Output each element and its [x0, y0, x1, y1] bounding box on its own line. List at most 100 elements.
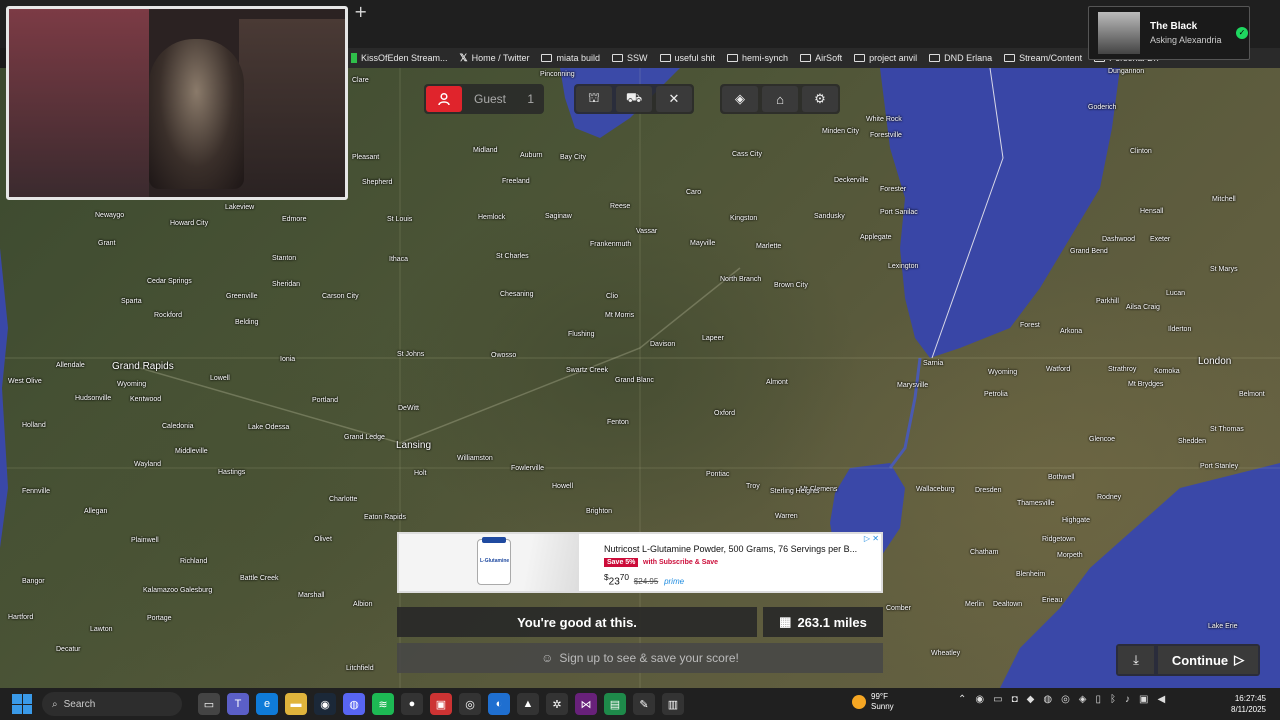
bookmark-item[interactable]: KissOfEden Stream... [351, 53, 448, 63]
city-label: Swartz Creek [566, 367, 609, 374]
vpn-icon[interactable]: ◐ [488, 693, 510, 715]
city-label: Litchfield [346, 665, 374, 672]
city-label: St Thomas [1210, 426, 1244, 433]
bookmark-item[interactable]: AirSoft [800, 53, 842, 63]
arrow-app-icon[interactable]: ▲ [517, 693, 539, 715]
rank-icon[interactable]: ⛫ [576, 86, 612, 112]
taskbar-search[interactable]: ⌕ Search [42, 692, 182, 716]
city-label: Lapeer [702, 335, 724, 342]
city-label: Williamston [457, 455, 493, 462]
task-view-icon[interactable]: ▭ [198, 693, 220, 715]
tray-bluetooth-icon[interactable]: ᛒ [1110, 694, 1116, 705]
paint-icon[interactable]: ✎ [633, 693, 655, 715]
city-label: Ridgetown [1042, 536, 1076, 543]
tray-controller-icon[interactable]: ◘ [1012, 694, 1018, 705]
tray-defender-icon[interactable]: ◈ [1079, 694, 1087, 705]
city-label: Frankenmuth [590, 241, 632, 248]
city-label: Almont [766, 379, 788, 386]
tray-steam-icon[interactable]: ◎ [1061, 694, 1070, 705]
layers-icon[interactable]: ◈ [722, 86, 758, 112]
spreadsheet-icon[interactable]: ▤ [604, 693, 626, 715]
obs-icon[interactable]: ● [401, 693, 423, 715]
tray-app-icon[interactable]: ◉ [975, 694, 984, 705]
city-label: Thamesville [1017, 500, 1055, 507]
city-label: Davison [650, 341, 676, 348]
continue-button[interactable]: Continue ▷ [1158, 646, 1258, 674]
explorer-icon[interactable]: ▬ [285, 693, 307, 715]
bookmark-item[interactable]: project anvil [854, 53, 917, 63]
bookmark-item[interactable]: miata build [541, 53, 600, 63]
tray-display-icon[interactable]: ▭ [993, 694, 1002, 705]
tray-nvidia-icon[interactable]: ◆ [1027, 694, 1035, 705]
now-playing-widget: The Black Asking Alexandria ✓ [1088, 6, 1250, 60]
windows-start-icon[interactable] [12, 694, 32, 714]
spotify-icon[interactable]: ≋ [372, 693, 394, 715]
city-label: Forest [1020, 322, 1040, 329]
city-label: Dashwood [1102, 236, 1136, 243]
user-icon[interactable] [426, 86, 462, 112]
city-label: Applegate [860, 234, 892, 241]
city-label: Forester [880, 186, 907, 193]
city-label: Parkhill [1096, 298, 1119, 305]
result-row: You're good at this. ▦ 263.1 miles [397, 607, 883, 637]
bookmark-item[interactable]: useful shit [659, 53, 715, 63]
city-label: Marysville [897, 382, 929, 389]
speaker-icon[interactable]: ◎ [459, 693, 481, 715]
city-label: Lake Erie [1208, 623, 1238, 630]
tray-volume-icon[interactable]: ◀ [1157, 694, 1165, 705]
download-icon[interactable]: ⤓ [1118, 646, 1154, 674]
bookmark-item[interactable]: DND Erlana [929, 53, 992, 63]
swords-icon[interactable]: ✕ [656, 86, 692, 112]
city-label: Clio [606, 293, 619, 300]
windows-taskbar: ⌕ Search ▭ T e ▬ ◉ ◍ ≋ ● ▣ ◎ ◐ ▲ ✲ ⋈ ▤ ✎… [0, 688, 1280, 720]
city-label: Hudsonville [75, 395, 112, 402]
city-label: Pinconning [540, 71, 575, 78]
bookmark-item[interactable]: Stream/Content [1004, 53, 1082, 63]
city-label: Bothwell [1048, 474, 1075, 481]
folder-icon [612, 54, 623, 62]
tray-mic-icon[interactable]: ♪ [1125, 694, 1130, 705]
city-label: Lake Odessa [248, 424, 290, 431]
city-label: Mayville [690, 240, 716, 247]
bookmark-item[interactable]: hemi-synch [727, 53, 788, 63]
city-label: Grand Rapids [112, 361, 174, 372]
city-label: Brown City [774, 282, 808, 289]
teams-icon[interactable]: T [227, 693, 249, 715]
city-label: Holland [22, 422, 46, 429]
tray-network-icon[interactable]: ▣ [1139, 694, 1148, 705]
city-label: Hastings [218, 469, 246, 476]
bookmark-item[interactable]: 𝕏 Home / Twitter [460, 53, 530, 64]
city-label: Lucan [1166, 290, 1186, 297]
bookmark-item[interactable]: SSW [612, 53, 648, 63]
visual-studio-icon[interactable]: ⋈ [575, 693, 597, 715]
app-icon[interactable]: ▣ [430, 693, 452, 715]
city-label: Clinton [1130, 148, 1152, 155]
city-label: Caro [686, 189, 702, 196]
edge-icon[interactable]: e [256, 693, 278, 715]
tray-vpn-icon[interactable]: ◍ [1043, 694, 1052, 705]
city-label: Olivet [314, 536, 332, 543]
steam-icon[interactable]: ◉ [314, 693, 336, 715]
discord-icon[interactable]: ◍ [343, 693, 365, 715]
ad-banner[interactable]: L-Glutamine Nutricost L-Glutamine Powder… [397, 532, 883, 593]
system-clock[interactable]: 16:27:45 8/11/2025 [1231, 693, 1266, 715]
chevron-up-icon[interactable]: ⌃ [958, 694, 966, 705]
city-label: West Olive [8, 378, 42, 385]
city-label: Reese [610, 203, 631, 210]
chatgpt-icon[interactable]: ✲ [546, 693, 568, 715]
ad-title[interactable]: Nutricost L-Glutamine Powder, 500 Grams,… [604, 544, 874, 554]
ad-image: L-Glutamine [399, 534, 579, 591]
city-label: Howell [552, 483, 574, 490]
bookmark-label: project anvil [869, 53, 918, 63]
notepad-icon[interactable]: ▥ [662, 693, 684, 715]
weather-widget[interactable]: 99°F Sunny [852, 692, 894, 712]
signup-button[interactable]: ☺ Sign up to see & save your score! [397, 643, 883, 673]
gear-icon[interactable]: ⚙ [802, 86, 838, 112]
ad-close-icon[interactable]: ▷ ✕ [864, 534, 879, 543]
new-tab-button[interactable]: + [354, 2, 367, 21]
tray-usb-icon[interactable]: ▯ [1096, 694, 1102, 705]
car-icon[interactable]: ⛟ [616, 86, 652, 112]
graduation-icon[interactable]: ⌂ [762, 86, 798, 112]
city-label: Exeter [1150, 236, 1171, 243]
city-label: Forestville [870, 132, 902, 139]
